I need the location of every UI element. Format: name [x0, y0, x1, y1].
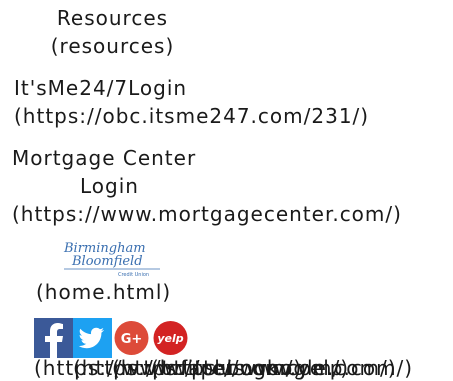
yelp-icon: yelp — [153, 321, 188, 355]
itsme247-link-label: It'sMe24/7Login — [14, 76, 188, 100]
mortgage-login-label: Login — [80, 174, 139, 198]
twitter-link[interactable] — [73, 318, 112, 358]
svg-text:yelp: yelp — [157, 332, 183, 345]
social-icons: G+ yelp — [34, 318, 190, 358]
google-plus-link[interactable]: G+ — [112, 318, 151, 358]
mortgage-center-url: (https://www.mortgagecenter.com/) — [12, 202, 402, 226]
twitter-icon — [73, 318, 112, 358]
home-logo-link[interactable]: Birmingham Bloomfield Credit Union — [62, 238, 164, 278]
facebook-link[interactable] — [34, 318, 73, 358]
svg-text:G+: G+ — [121, 332, 143, 347]
logo-line2: Bloomfield — [71, 254, 143, 269]
resources-link[interactable]: Resources (resources) — [0, 4, 225, 60]
google-plus-icon: G+ — [114, 321, 149, 355]
home-link-url: (home.html) — [36, 280, 172, 304]
yelp-url: (https://www.yelp.com/) — [151, 356, 414, 380]
itsme247-link-url: (https://obc.itsme247.com/231/) — [14, 104, 370, 128]
facebook-icon — [34, 318, 73, 358]
credit-union-logo: Birmingham Bloomfield Credit Union — [63, 241, 160, 278]
mortgage-center-label: Mortgage Center — [12, 146, 197, 170]
resources-link-url: (resources) — [50, 34, 175, 58]
itsme247-login-link[interactable]: It'sMe24/7Login (https://obc.itsme247.co… — [14, 74, 369, 130]
yelp-link[interactable]: yelp — [151, 318, 190, 358]
resources-link-label: Resources — [56, 6, 169, 30]
mortgage-center-login-link[interactable]: Mortgage Center Login (https://www.mortg… — [12, 144, 402, 228]
social-url-labels: (https://www.facebook.com/) (https://twi… — [34, 355, 453, 381]
home-link[interactable]: (home.html) — [36, 278, 171, 306]
